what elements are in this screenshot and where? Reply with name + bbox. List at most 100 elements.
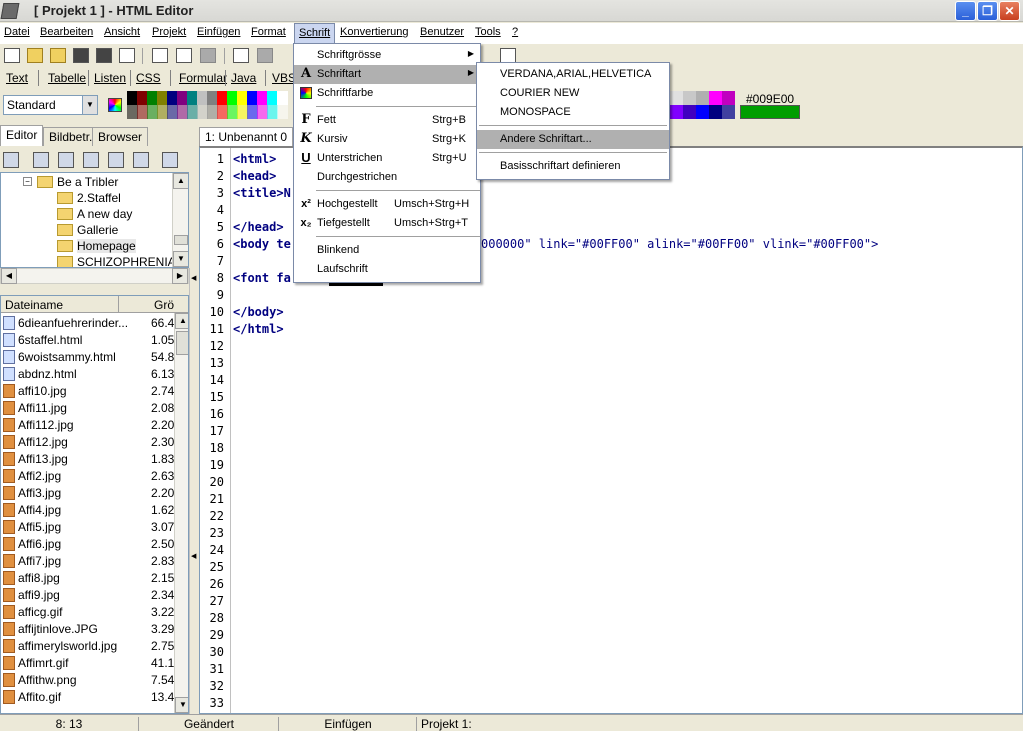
file-row[interactable]: Affi112.jpg 2.20 (1, 417, 176, 434)
tab-listen[interactable]: Listen (94, 71, 126, 85)
code-line[interactable]: </body> (233, 305, 284, 319)
submenu-item-andere-schriftart[interactable]: Andere Schriftart... (477, 130, 669, 149)
menu-item-schriftart[interactable]: A Schriftart ▶ (294, 65, 480, 84)
tree-hscrollbar[interactable]: ◀ ▶ (0, 268, 189, 284)
tab-css[interactable]: CSS (136, 71, 161, 85)
code-line[interactable]: </html> (233, 322, 284, 336)
tree-item[interactable]: 2.Staffel (57, 191, 121, 207)
close-button[interactable]: ✕ (999, 1, 1020, 21)
color-swatch[interactable] (722, 105, 735, 119)
tree-expander[interactable]: − (23, 177, 32, 186)
file-row[interactable]: Affi12.jpg 2.30 (1, 434, 176, 451)
chevron-down-icon[interactable]: ▼ (82, 96, 97, 114)
network-icon[interactable] (33, 152, 49, 168)
computer-icon[interactable] (3, 152, 19, 168)
file-row[interactable]: Affithw.png 7.54 (1, 672, 176, 689)
color-palette-icon[interactable] (108, 98, 122, 112)
style-select[interactable]: Standard ▼ (3, 95, 98, 115)
tree-item-selected[interactable]: Homepage (57, 239, 136, 255)
menu-format[interactable]: Format (251, 26, 286, 38)
menu-item-schriftgroesse[interactable]: Schriftgrösse ▶ (294, 46, 480, 65)
tree-item-root[interactable]: Be a Tribler (37, 175, 118, 191)
open-project-icon[interactable] (50, 48, 66, 63)
cut-icon[interactable] (152, 48, 168, 63)
splitter-arrow-icon[interactable]: ◀ (191, 274, 196, 282)
code-line[interactable]: </head> (233, 220, 284, 234)
color-swatch[interactable] (683, 105, 696, 119)
tab-java[interactable]: Java (231, 71, 256, 85)
color-swatch[interactable] (277, 91, 288, 105)
color-palette[interactable] (127, 91, 292, 119)
menu-bearbeiten[interactable]: Bearbeiten (40, 26, 93, 38)
scroll-up-icon[interactable]: ▲ (175, 313, 188, 329)
tab-editor[interactable]: Editor (0, 125, 44, 146)
tree-scrollbar[interactable]: ▲ ▼ (172, 173, 188, 267)
menu-schrift[interactable]: Schrift (294, 23, 336, 44)
file-row[interactable]: Affi6.jpg 2.50 (1, 536, 176, 553)
undo-icon[interactable] (233, 48, 249, 63)
title-bar[interactable]: [ Projekt 1 ] - HTML Editor _ ❐ ✕ (0, 0, 1023, 22)
menu-tools[interactable]: Tools (475, 26, 501, 38)
menu-help[interactable]: ? (512, 26, 518, 38)
scroll-down-icon[interactable]: ▼ (175, 697, 188, 713)
save-all-icon[interactable] (96, 48, 112, 63)
document-list-icon[interactable] (108, 152, 124, 168)
file-row[interactable]: Affito.gif 13.46 (1, 689, 176, 706)
tab-formular[interactable]: Formular (179, 71, 227, 85)
code-line[interactable]: <html> (233, 152, 276, 166)
code-line[interactable]: <title>N (233, 186, 291, 200)
color-swatch[interactable] (696, 91, 709, 105)
file-row[interactable]: affijtinlove.JPG 3.29 (1, 621, 176, 638)
color-swatch[interactable] (696, 105, 709, 119)
menu-item-unterstrichen[interactable]: U Unterstrichen Strg+U (294, 149, 480, 168)
tab-document[interactable]: 1: Unbenannt 0 (199, 127, 294, 146)
menu-item-schriftfarbe[interactable]: Schriftfarbe (294, 84, 480, 103)
search-icon[interactable] (162, 152, 178, 168)
column-header-size[interactable]: Größe (154, 298, 174, 312)
tab-text[interactable]: Text (6, 71, 28, 85)
minimize-button[interactable]: _ (955, 1, 976, 21)
file-row[interactable]: Affi4.jpg 1.62 (1, 502, 176, 519)
menu-item-hochgestellt[interactable]: x² Hochgestellt Umsch+Strg+H (294, 195, 480, 214)
redo-icon[interactable] (257, 48, 273, 63)
menu-item-durchgestrichen[interactable]: Durchgestrichen (294, 168, 480, 187)
file-row[interactable]: afficg.gif 3.22 (1, 604, 176, 621)
scroll-up-icon[interactable]: ▲ (173, 173, 188, 189)
submenu-item-verdana[interactable]: VERDANA,ARIAL,HELVETICA (477, 65, 669, 84)
column-header-filename[interactable]: Dateiname (5, 298, 63, 312)
file-row[interactable]: 6woistsammy.html 54.88 (1, 349, 176, 366)
code-line[interactable]: <body te 000000" link="#00FF00" alink="#0… (233, 237, 878, 251)
file-row[interactable]: Affi5.jpg 3.07 (1, 519, 176, 536)
file-row[interactable]: Affi2.jpg 2.63 (1, 468, 176, 485)
tab-tabelle[interactable]: Tabelle (48, 71, 86, 85)
file-list[interactable]: Dateiname Größe 6dieanfuehrerinder... 66.… (0, 295, 189, 714)
app-icon[interactable] (0, 3, 20, 19)
file-row[interactable]: Affi3.jpg 2.20 (1, 485, 176, 502)
copy-icon[interactable] (176, 48, 192, 63)
file-row[interactable]: affi9.jpg 2.34 (1, 587, 176, 604)
edit-document-icon[interactable] (133, 152, 149, 168)
submenu-item-monospace[interactable]: MONOSPACE (477, 103, 669, 122)
column-divider[interactable] (118, 296, 119, 313)
file-row[interactable]: Affimrt.gif 41.11 (1, 655, 176, 672)
color-swatch[interactable] (709, 91, 722, 105)
tab-bildbetr[interactable]: Bildbetr. (43, 127, 99, 146)
file-row[interactable]: Affi7.jpg 2.83 (1, 553, 176, 570)
file-row[interactable]: 6staffel.html 1.05 (1, 332, 176, 349)
color-swatch[interactable] (709, 105, 722, 119)
menu-item-blinkend[interactable]: Blinkend (294, 241, 480, 260)
color-swatch[interactable] (722, 91, 735, 105)
submenu-item-basisschriftart[interactable]: Basisschriftart definieren (477, 157, 669, 176)
tree-item[interactable]: A new day (57, 207, 132, 223)
file-row[interactable]: 6dieanfuehrerinder... 66.45 (1, 315, 176, 332)
folder-tree[interactable]: Be a Tribler 2.Staffel A new day Galleri… (0, 172, 189, 268)
tab-browser[interactable]: Browser (92, 127, 149, 146)
menu-item-kursiv[interactable]: K Kursiv Strg+K (294, 130, 480, 149)
menu-datei[interactable]: Datei (4, 26, 30, 38)
package-icon[interactable] (83, 152, 99, 168)
color-swatch[interactable] (683, 91, 696, 105)
selected-color-swatch[interactable] (740, 105, 800, 119)
paste-icon[interactable] (200, 48, 216, 63)
splitter-arrow-icon[interactable]: ◀ (191, 552, 196, 560)
new-file-icon[interactable] (4, 48, 20, 63)
